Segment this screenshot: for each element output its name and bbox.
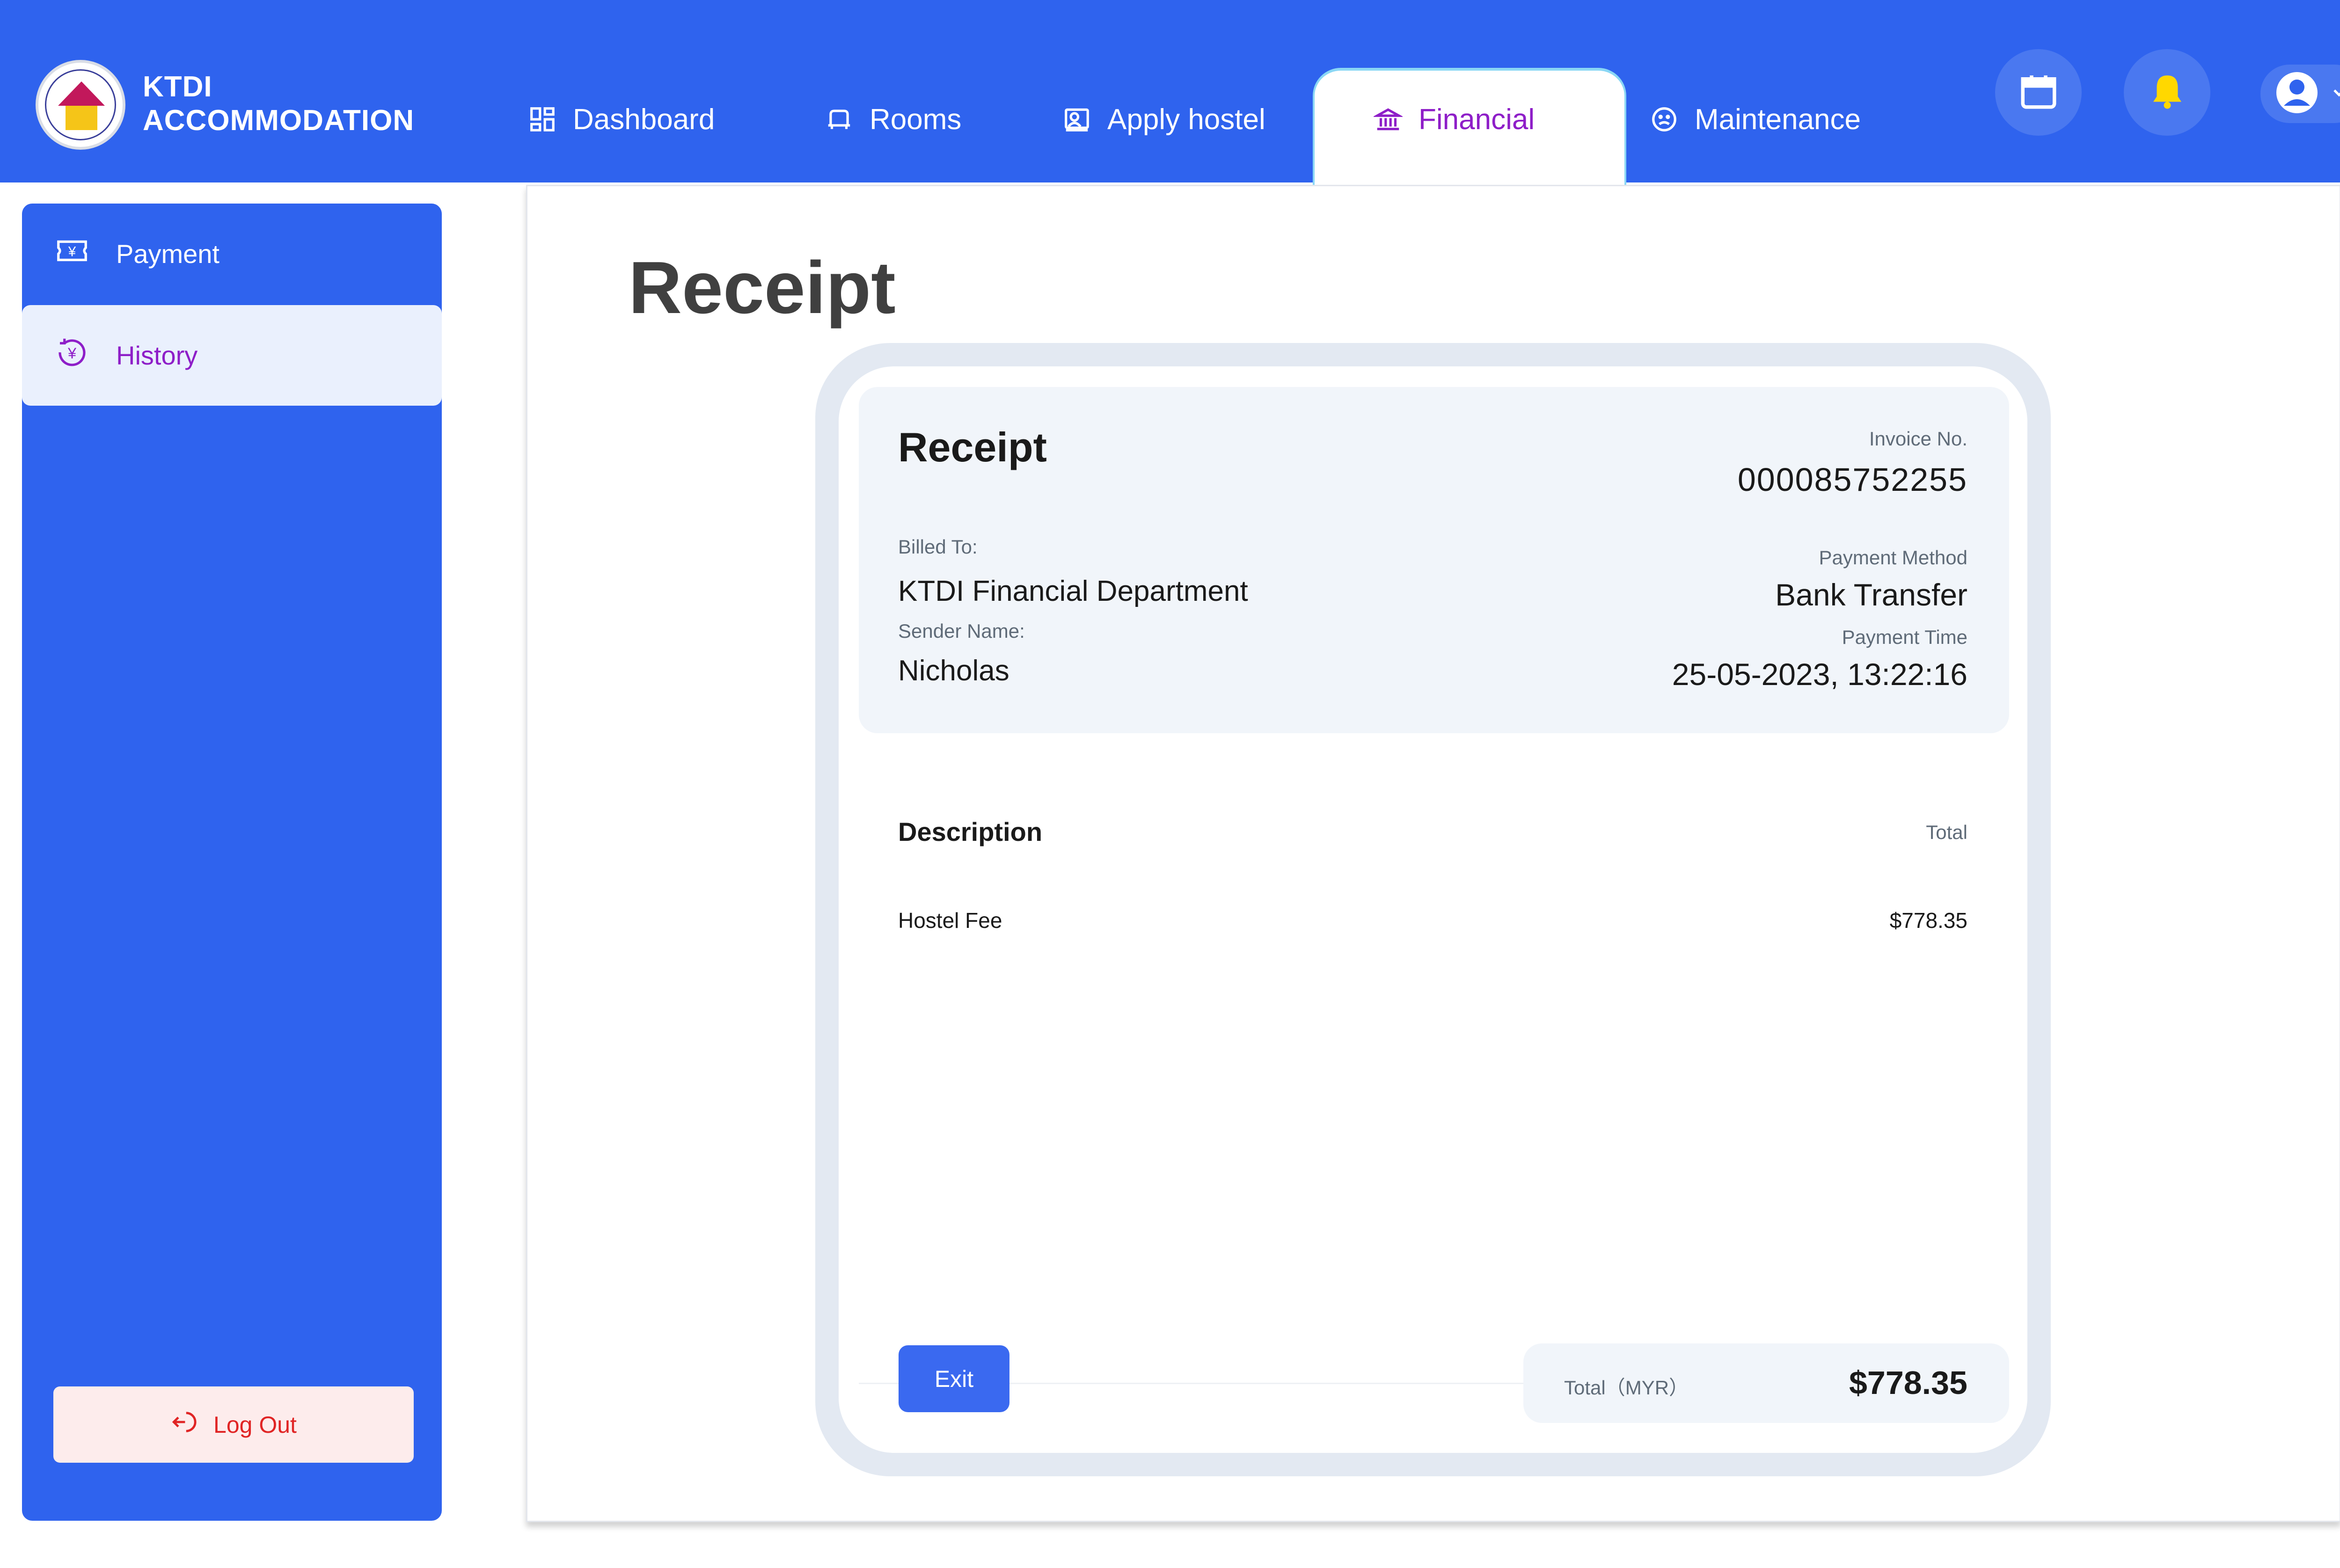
calendar-icon [2018, 70, 2060, 115]
line-item-price: $778.35 [1889, 908, 1967, 933]
sender-name-value: Nicholas [898, 655, 1009, 687]
bell-icon [2146, 70, 2188, 115]
total-column-header: Total [1926, 821, 1967, 843]
nav-maintenance[interactable]: Maintenance [1650, 101, 1861, 138]
billed-to-label: Billed To: [898, 536, 978, 558]
payment-time-label: Payment Time [1842, 626, 1967, 648]
sidebar-item-history[interactable]: ¥ History [22, 305, 442, 406]
currency-ticket-icon: ¥ [54, 233, 90, 275]
contact-card-icon [1062, 105, 1091, 134]
user-avatar-icon [2274, 70, 2319, 117]
svg-text:¥: ¥ [67, 345, 77, 362]
chevron-down-icon [2330, 83, 2340, 104]
payment-time-value: 25-05-2023, 13:22:16 [1672, 657, 1967, 692]
logout-icon [170, 1408, 197, 1441]
sad-face-icon [1650, 105, 1679, 134]
line-item-name: Hostel Fee [898, 908, 1002, 933]
nav-apply-hostel[interactable]: Apply hostel [1062, 101, 1265, 138]
logout-button[interactable]: Log Out [53, 1386, 414, 1463]
ktdi-logo [36, 60, 125, 150]
payment-method-label: Payment Method [1819, 547, 1967, 569]
sidebar: ¥ Payment ¥ History Log Out [22, 204, 442, 1521]
notifications-button[interactable] [2124, 49, 2210, 136]
receipt-title: Receipt [898, 424, 1047, 470]
sidebar-item-payment[interactable]: ¥ Payment [22, 204, 442, 304]
billed-to-value: KTDI Financial Department [898, 575, 1248, 607]
bed-icon [825, 105, 854, 134]
nav-financial[interactable]: Financial [1372, 101, 1535, 138]
user-menu-button[interactable] [2260, 65, 2340, 123]
page-title: Receipt [629, 247, 896, 329]
currency-history-icon: ¥ [54, 334, 90, 377]
total-amount: $778.35 [1849, 1364, 1967, 1401]
invoice-number: 000085752255 [1737, 461, 1967, 498]
bank-icon [1372, 105, 1404, 134]
nav-dashboard[interactable]: Dashboard [528, 101, 715, 138]
brand-name: KTDI ACCOMMODATION [143, 71, 415, 137]
exit-button[interactable]: Exit [899, 1345, 1009, 1412]
payment-method-value: Bank Transfer [1775, 577, 1967, 612]
svg-text:¥: ¥ [68, 244, 76, 259]
total-label: Total（MYR） [1564, 1377, 1689, 1399]
sender-name-label: Sender Name: [898, 620, 1025, 642]
calendar-button[interactable] [1995, 49, 2082, 136]
invoice-label: Invoice No. [1869, 428, 1967, 450]
description-header: Description [898, 817, 1043, 846]
nav-rooms[interactable]: Rooms [825, 101, 961, 138]
dashboard-icon [528, 105, 557, 134]
